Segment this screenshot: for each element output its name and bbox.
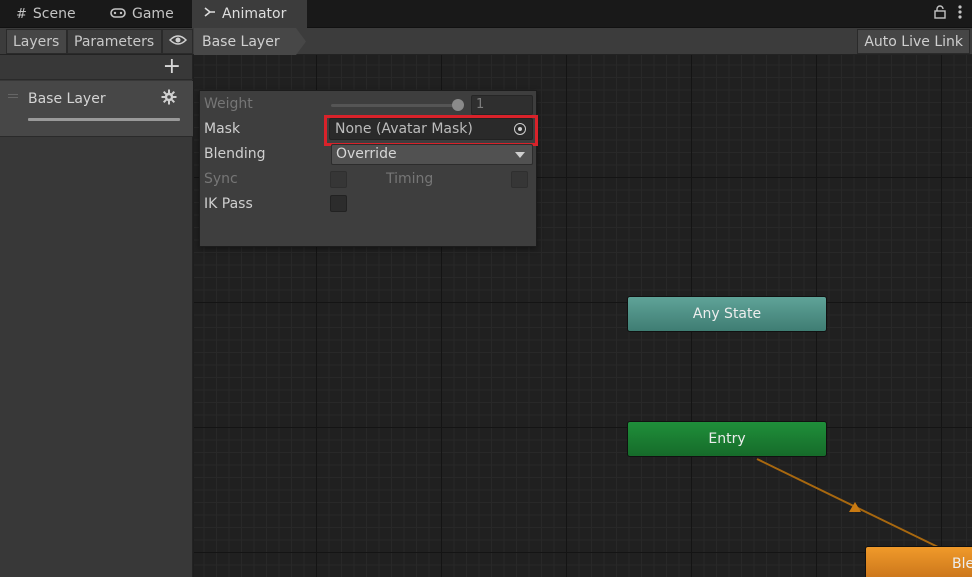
tab-game-label: Game <box>132 6 174 22</box>
animator-toolbar: Layers Parameters Base Layer Auto Live L… <box>0 28 972 55</box>
entry-node[interactable]: Entry <box>627 421 827 457</box>
eye-toggle-button[interactable] <box>162 29 193 54</box>
tab-animator[interactable]: Animator <box>192 0 307 28</box>
blending-label: Blending <box>204 146 266 162</box>
sync-checkbox[interactable] <box>330 171 347 188</box>
ik-pass-checkbox[interactable] <box>330 195 347 212</box>
timing-checkbox[interactable] <box>511 171 528 188</box>
gamepad-icon <box>110 7 126 22</box>
eye-icon <box>168 34 187 50</box>
any-state-node[interactable]: Any State <box>627 296 827 332</box>
weight-field[interactable]: 1 <box>471 95 533 115</box>
sync-label: Sync <box>204 171 238 187</box>
tab-game[interactable]: Game <box>98 0 186 28</box>
tab-scene[interactable]: # Scene <box>4 0 88 28</box>
animator-icon <box>204 6 216 22</box>
mask-label: Mask <box>204 121 241 137</box>
window-controls <box>934 5 962 23</box>
lock-icon[interactable] <box>934 5 946 23</box>
blending-dropdown[interactable]: Override <box>331 144 533 165</box>
timing-label: Timing <box>386 171 434 187</box>
breadcrumb[interactable]: Base Layer <box>194 28 306 55</box>
layers-tab-button[interactable]: Layers <box>6 29 67 54</box>
layer-weight-bar <box>28 118 180 121</box>
parameters-tab-button[interactable]: Parameters <box>67 29 162 54</box>
weight-slider-track[interactable] <box>331 104 459 107</box>
chevron-down-icon <box>515 152 525 158</box>
mask-highlight-box <box>324 115 538 146</box>
weight-label: Weight <box>204 96 253 112</box>
gear-icon[interactable] <box>161 89 177 110</box>
tab-animator-label: Animator <box>222 6 287 22</box>
layers-panel: + Base Layer <box>0 55 193 577</box>
window-tab-bar: # Scene Game Animator <box>0 0 972 28</box>
weight-slider-thumb[interactable] <box>452 99 464 111</box>
tab-scene-label: Scene <box>32 6 76 22</box>
auto-live-link-button[interactable]: Auto Live Link <box>857 29 970 54</box>
ik-pass-label: IK Pass <box>204 196 253 212</box>
layers-add-row: + <box>0 55 193 80</box>
blend-tree-node[interactable]: Ble <box>865 546 972 577</box>
blending-value: Override <box>336 146 397 162</box>
layer-settings-popup: Weight 1 Mask None (Avatar Mask) Blendin… <box>199 90 538 247</box>
more-options-icon[interactable] <box>958 5 962 23</box>
layer-item[interactable]: Base Layer <box>0 81 193 137</box>
drag-handle-icon[interactable] <box>8 94 18 98</box>
layer-name: Base Layer <box>28 91 106 107</box>
add-layer-button[interactable]: + <box>163 55 181 79</box>
hash-icon: # <box>16 6 27 22</box>
